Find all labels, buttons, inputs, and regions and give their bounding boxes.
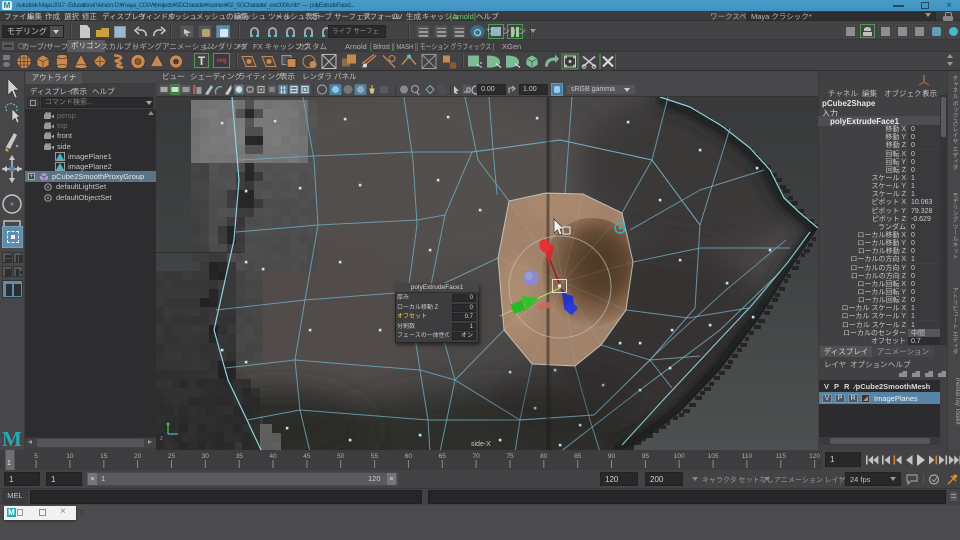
svg-text:90: 90 <box>608 453 616 460</box>
svg-text:1: 1 <box>7 460 11 467</box>
svg-text:95: 95 <box>642 453 650 460</box>
svg-text:85: 85 <box>574 453 582 460</box>
svg-text:z: z <box>160 436 163 442</box>
svg-text:105: 105 <box>708 453 719 460</box>
svg-text:10: 10 <box>66 453 74 460</box>
svg-text:60: 60 <box>405 453 413 460</box>
svg-text:45: 45 <box>303 453 311 460</box>
svg-text:20: 20 <box>134 453 142 460</box>
svg-text:110: 110 <box>742 453 753 460</box>
svg-text:80: 80 <box>540 453 548 460</box>
svg-text:65: 65 <box>439 453 447 460</box>
svg-text:15: 15 <box>100 453 108 460</box>
svg-text:30: 30 <box>202 453 210 460</box>
svg-text:35: 35 <box>236 453 244 460</box>
svg-text:100: 100 <box>674 453 685 460</box>
svg-text:75: 75 <box>506 453 514 460</box>
svg-text:5: 5 <box>34 453 38 460</box>
svg-text:25: 25 <box>168 453 176 460</box>
svg-text:55: 55 <box>371 453 379 460</box>
svg-text:40: 40 <box>269 453 277 460</box>
svg-text:115: 115 <box>776 453 787 460</box>
svg-text:120: 120 <box>809 453 820 460</box>
svg-text:50: 50 <box>337 453 345 460</box>
svg-text:70: 70 <box>472 453 480 460</box>
